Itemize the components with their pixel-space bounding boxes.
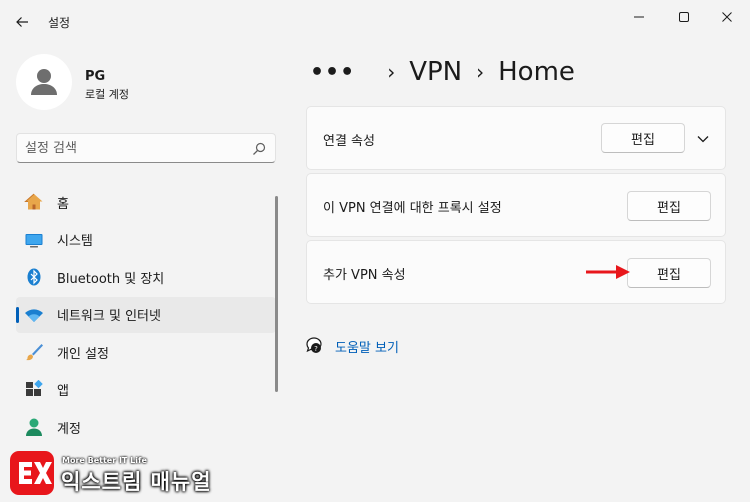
sidebar-item-label: 앱: [57, 384, 69, 399]
sidebar-item-personalization[interactable]: 개인 설정: [16, 334, 276, 370]
chevron-right-icon: ›: [387, 60, 396, 84]
sidebar-item-apps[interactable]: 앱: [16, 372, 276, 408]
chevron-right-icon: ›: [476, 60, 485, 84]
sidebar-item-accounts[interactable]: 계정: [16, 409, 276, 445]
card-additional-vpn-properties: 추가 VPN 속성 편집: [306, 240, 726, 304]
chevron-down-icon[interactable]: [695, 131, 711, 147]
app-title: 설정: [48, 16, 71, 30]
search-input[interactable]: [25, 140, 245, 156]
sidebar-item-network[interactable]: 네트워크 및 인터넷: [16, 296, 276, 333]
edit-proxy-settings-button[interactable]: 편집: [627, 191, 711, 221]
back-arrow-icon: [16, 17, 28, 27]
close-button[interactable]: [712, 6, 742, 28]
minimize-button[interactable]: [624, 6, 654, 28]
sidebar-scrollbar[interactable]: [275, 196, 278, 392]
get-help-link[interactable]: 도움말 보기: [335, 337, 399, 356]
back-button[interactable]: [10, 10, 34, 34]
svg-text:?: ?: [314, 345, 318, 353]
search-icon[interactable]: [252, 142, 266, 156]
profile-name: PG: [85, 69, 106, 84]
watermark-name: 익스트림 매뉴얼: [61, 470, 212, 494]
minimize-icon: [634, 16, 644, 18]
brand-logo-icon: [10, 451, 54, 495]
home-icon: [24, 192, 44, 212]
breadcrumb-item-vpn[interactable]: VPN: [409, 57, 462, 87]
sidebar-item-label: 개인 설정: [57, 346, 109, 362]
sidebar-item-label: Bluetooth 및 장치: [57, 271, 165, 287]
close-icon: [722, 12, 732, 22]
sidebar-item-label: 네트워크 및 인터넷: [57, 309, 161, 324]
sidebar-nav: 홈 시스템 Bluetooth 및 장치 네트워크 및 인터넷 개인 설정 앱 …: [16, 184, 276, 447]
help-icon[interactable]: ?: [304, 336, 324, 356]
profile-account-type: 로컬 계정: [85, 88, 129, 101]
sidebar-item-label: 홈: [57, 196, 69, 212]
settings-window: 설정 PG 로컬 계정 설정 검색 홈 시스템 Bluetooth 및 장치 네…: [0, 0, 750, 502]
title-bar: 설정: [0, 0, 750, 40]
sidebar-item-system[interactable]: 시스템: [16, 222, 276, 258]
breadcrumb: ••• › VPN › Home: [310, 52, 575, 92]
card-proxy-settings: 이 VPN 연결에 대한 프록시 설정 편집: [306, 173, 726, 237]
card-label: 이 VPN 연결에 대한 프록시 설정: [323, 201, 502, 216]
avatar[interactable]: [16, 54, 72, 110]
maximize-icon: [679, 12, 689, 22]
maximize-button[interactable]: [669, 6, 699, 28]
sidebar-item-label: 시스템: [57, 234, 93, 249]
breadcrumb-item-home: Home: [498, 57, 575, 87]
person-icon: [24, 417, 44, 437]
bluetooth-icon: [24, 267, 44, 287]
sidebar-item-bluetooth[interactable]: Bluetooth 및 장치: [16, 259, 276, 295]
monitor-icon: [24, 230, 44, 250]
apps-icon: [24, 379, 44, 400]
red-arrow-icon: [586, 265, 630, 279]
edit-additional-vpn-properties-button[interactable]: 편집: [627, 258, 711, 288]
wifi-icon: [24, 305, 44, 325]
sidebar-item-home[interactable]: 홈: [16, 184, 276, 220]
card-label: 연결 속성: [323, 134, 375, 149]
card-label: 추가 VPN 속성: [323, 268, 406, 283]
card-connection-properties: 연결 속성 편집: [306, 106, 726, 170]
watermark-tagline: More Better IT Life: [62, 456, 147, 465]
breadcrumb-overflow-button[interactable]: •••: [310, 60, 355, 85]
brush-icon: [24, 342, 44, 362]
edit-connection-properties-button[interactable]: 편집: [601, 123, 685, 153]
sidebar-item-label: 계정: [57, 421, 81, 437]
person-silhouette-icon: [31, 69, 57, 95]
search-box[interactable]: [16, 133, 276, 163]
